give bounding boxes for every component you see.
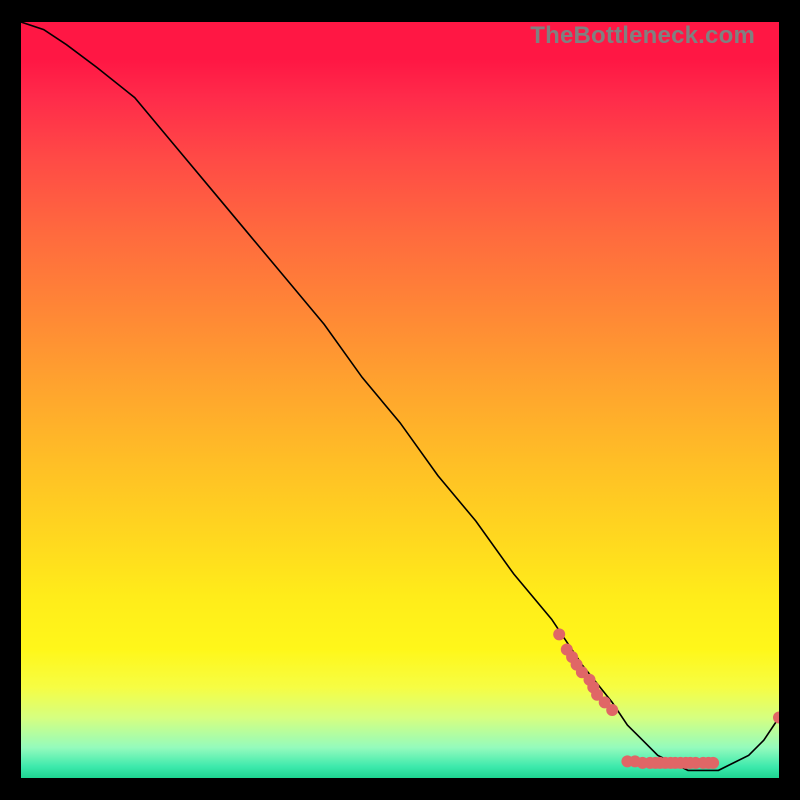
chart-frame: TheBottleneck.com — [0, 0, 800, 800]
plot-area: TheBottleneck.com — [21, 22, 779, 778]
data-point — [773, 712, 779, 724]
data-point — [553, 628, 565, 640]
chart-svg — [21, 22, 779, 778]
data-point — [707, 757, 719, 769]
scatter-group — [553, 628, 779, 769]
curve-line — [21, 22, 779, 770]
data-point — [606, 704, 618, 716]
